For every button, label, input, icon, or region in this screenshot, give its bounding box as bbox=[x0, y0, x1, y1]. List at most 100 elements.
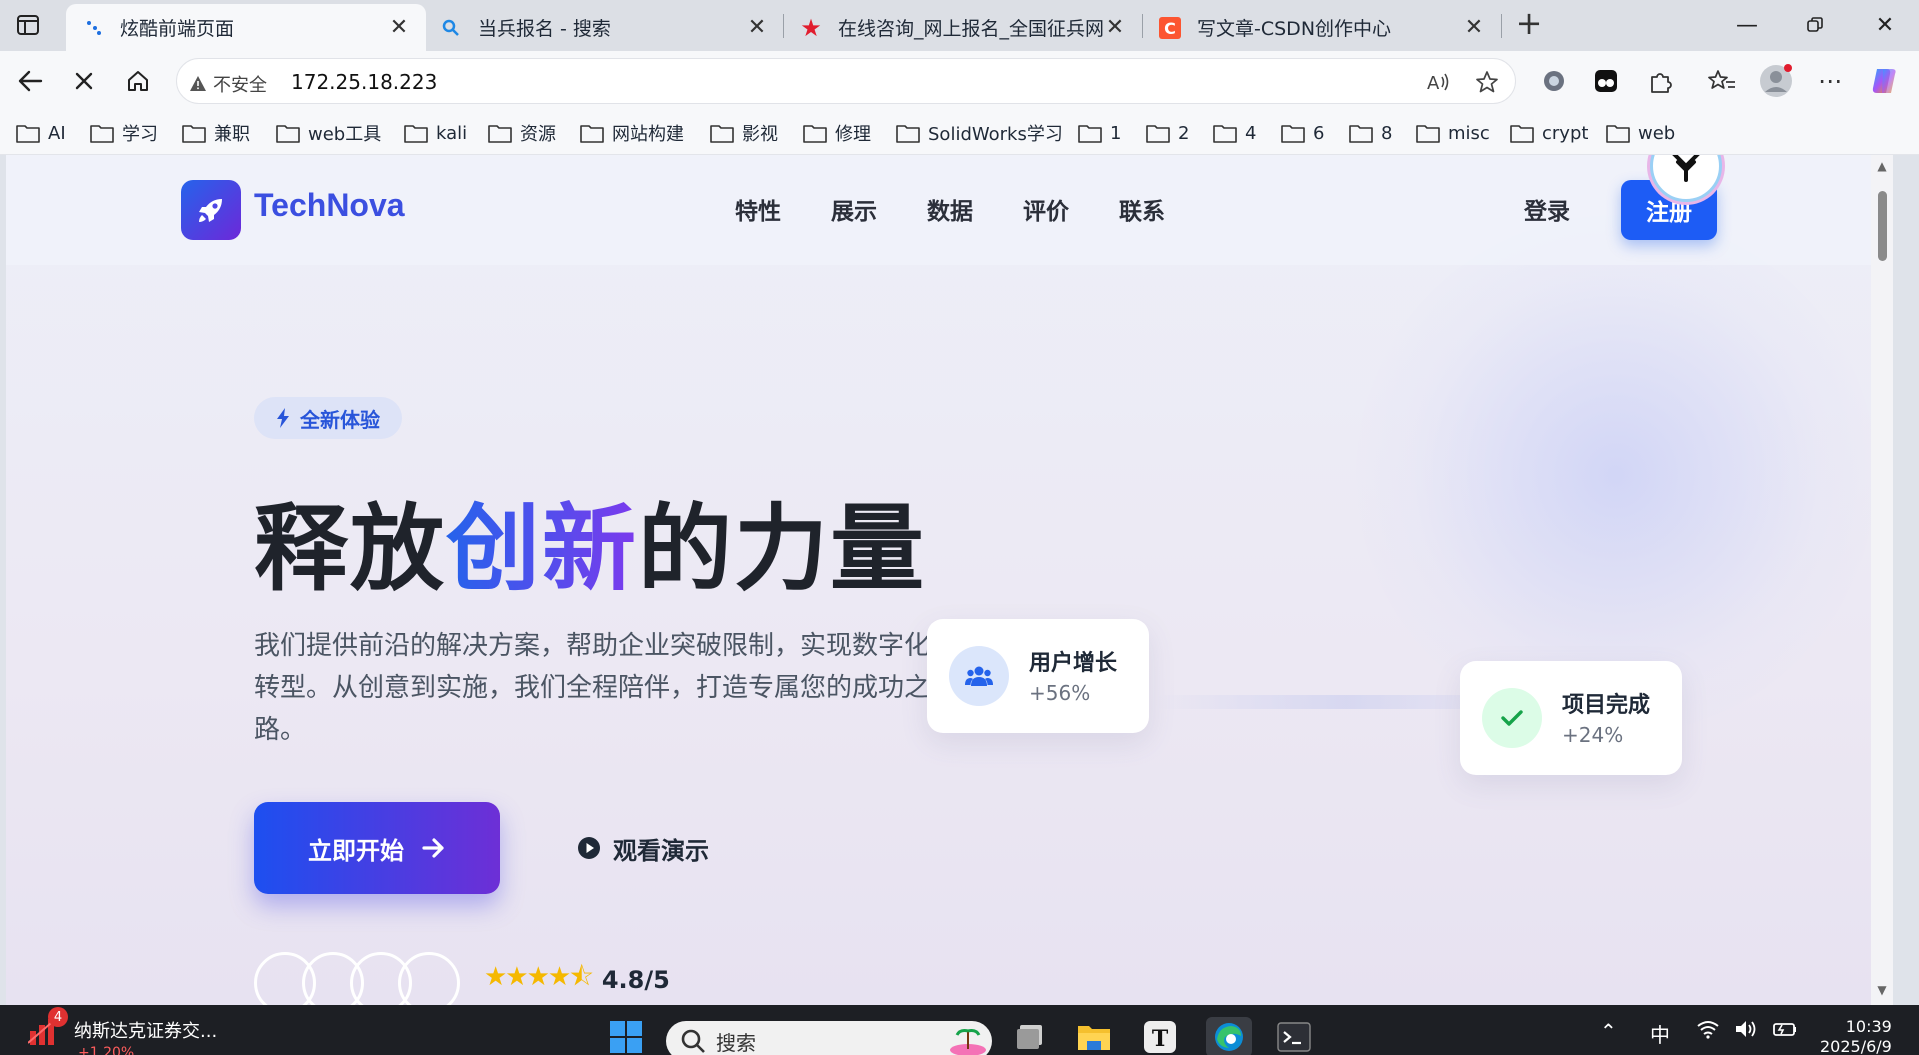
bookmark-folder[interactable]: 8 bbox=[1349, 119, 1392, 147]
watch-demo-button[interactable]: 观看演示 bbox=[528, 802, 758, 894]
clock[interactable]: 10:39 2025/6/9 bbox=[1820, 1017, 1892, 1055]
favorite-star-icon[interactable] bbox=[1473, 68, 1501, 96]
bookmark-folder[interactable]: 学习 bbox=[90, 119, 158, 147]
nav-features[interactable]: 特性 bbox=[735, 192, 781, 226]
battery-icon[interactable] bbox=[1772, 1019, 1798, 1044]
minimize-icon[interactable]: — bbox=[1729, 8, 1765, 42]
bookmark-folder[interactable]: web工具 bbox=[276, 119, 381, 147]
bookmark-folder[interactable]: web bbox=[1606, 119, 1675, 147]
taskbar-search[interactable]: 搜索 bbox=[666, 1021, 992, 1055]
page-viewport: TechNova 特性 展示 数据 评价 联系 登录 注册 全新体验 释放创新的… bbox=[6, 155, 1893, 1005]
dots-favicon-icon bbox=[82, 17, 104, 39]
pill-label: 全新体验 bbox=[300, 407, 380, 432]
edge-browser-icon[interactable] bbox=[1206, 1017, 1252, 1055]
page-scrollbar[interactable]: ▲ ▼ bbox=[1871, 155, 1893, 1005]
file-explorer-icon[interactable] bbox=[1074, 1017, 1114, 1055]
bookmark-folder[interactable]: 资源 bbox=[488, 119, 556, 147]
scroll-up-icon[interactable]: ▲ bbox=[1874, 159, 1890, 175]
favorites-icon[interactable] bbox=[1704, 63, 1740, 99]
browser-toolbar: 不安全 172.25.18.223 A ⋯ bbox=[0, 51, 1919, 111]
tab-recruit[interactable]: ★ 在线咨询_网上报名_全国征兵网 ✕ bbox=[784, 4, 1142, 51]
task-view-icon[interactable] bbox=[1010, 1017, 1050, 1055]
bookmark-folder[interactable]: 兼职 bbox=[182, 119, 250, 147]
rocket-logo-icon[interactable] bbox=[181, 180, 241, 240]
copilot-icon[interactable] bbox=[1866, 63, 1902, 99]
url-text[interactable]: 172.25.18.223 bbox=[291, 70, 437, 94]
folder-icon bbox=[710, 125, 734, 143]
address-bar[interactable]: 不安全 172.25.18.223 A bbox=[176, 58, 1516, 104]
users-icon bbox=[949, 646, 1009, 706]
bookmark-folder[interactable]: 影视 bbox=[710, 119, 778, 147]
close-window-icon[interactable]: ✕ bbox=[1867, 8, 1903, 42]
bookmark-folder[interactable]: crypt bbox=[1510, 119, 1588, 147]
clock-date: 2025/6/9 bbox=[1820, 1037, 1892, 1055]
tab-close-icon[interactable]: ✕ bbox=[388, 15, 410, 40]
tab-close-icon[interactable]: ✕ bbox=[746, 15, 768, 40]
tab-title: 写文章-CSDN创作中心 bbox=[1197, 18, 1392, 40]
bookmark-folder[interactable]: 4 bbox=[1213, 119, 1256, 147]
tab-strip: 炫酷前端页面 ✕ 当兵报名 - 搜索 ✕ ★ 在线咨询_网上报名_全国征兵网 ✕… bbox=[0, 0, 1919, 51]
restore-icon[interactable] bbox=[1797, 8, 1833, 42]
windows-start-icon[interactable] bbox=[606, 1017, 646, 1055]
nav-data[interactable]: 数据 bbox=[927, 192, 973, 226]
nav-reviews[interactable]: 评价 bbox=[1023, 192, 1069, 226]
folder-icon bbox=[16, 125, 40, 143]
extension-tampermonkey-icon[interactable] bbox=[1588, 63, 1624, 99]
back-icon[interactable] bbox=[10, 61, 50, 101]
volume-icon[interactable] bbox=[1734, 1019, 1758, 1044]
tab-csdn[interactable]: C 写文章-CSDN创作中心 ✕ bbox=[1143, 4, 1501, 51]
taskbar-search-placeholder: 搜索 bbox=[716, 1030, 756, 1055]
bookmark-folder[interactable]: 网站构建 bbox=[580, 119, 684, 147]
stat-card-projects: 项目完成 +24% bbox=[1460, 661, 1682, 775]
folder-icon bbox=[1146, 125, 1170, 143]
news-badge: 4 bbox=[48, 1007, 68, 1027]
warning-icon bbox=[190, 76, 206, 91]
folder-icon bbox=[1281, 125, 1305, 143]
get-started-button[interactable]: 立即开始 bbox=[254, 802, 500, 894]
extension-badge-icon[interactable] bbox=[1536, 63, 1572, 99]
bookmark-folder[interactable]: 2 bbox=[1146, 119, 1189, 147]
security-indicator[interactable]: 不安全 bbox=[189, 71, 267, 97]
folder-icon bbox=[404, 125, 428, 143]
stat-card-user-growth: 用户增长 +56% bbox=[927, 619, 1149, 733]
typora-icon[interactable]: T bbox=[1140, 1017, 1180, 1055]
nav-contact[interactable]: 联系 bbox=[1119, 192, 1165, 226]
new-tab-plus-icon[interactable]: + bbox=[1512, 7, 1546, 42]
profile-avatar-icon[interactable] bbox=[1758, 63, 1794, 99]
more-options-icon[interactable]: ⋯ bbox=[1812, 63, 1848, 99]
read-aloud-icon[interactable]: A bbox=[1425, 68, 1453, 96]
folder-icon bbox=[1606, 125, 1630, 143]
home-icon[interactable] bbox=[118, 61, 158, 101]
scrollbar-thumb[interactable] bbox=[1878, 191, 1887, 261]
bookmark-folder[interactable]: 修理 bbox=[803, 119, 871, 147]
bookmark-folder[interactable]: 6 bbox=[1281, 119, 1324, 147]
terminal-icon[interactable] bbox=[1274, 1017, 1314, 1055]
folder-icon bbox=[276, 125, 300, 143]
folder-icon bbox=[1078, 125, 1102, 143]
bookmark-folder[interactable]: kali bbox=[404, 119, 467, 147]
background-glow bbox=[1356, 215, 1876, 735]
tab-separator bbox=[1501, 14, 1502, 38]
tab-title: 当兵报名 - 搜索 bbox=[478, 18, 611, 40]
bookmark-folder[interactable]: misc bbox=[1416, 119, 1490, 147]
folder-icon bbox=[90, 125, 114, 143]
bookmark-folder[interactable]: 1 bbox=[1078, 119, 1121, 147]
brand-name[interactable]: TechNova bbox=[254, 187, 405, 224]
tab-close-icon[interactable]: ✕ bbox=[1463, 15, 1485, 40]
bookmark-folder[interactable]: SolidWorks学习 bbox=[896, 119, 1063, 147]
extensions-puzzle-icon[interactable] bbox=[1642, 63, 1678, 99]
stop-loading-icon[interactable] bbox=[64, 61, 104, 101]
login-link[interactable]: 登录 bbox=[1524, 192, 1570, 226]
tab-active[interactable]: 炫酷前端页面 ✕ bbox=[66, 4, 426, 51]
tab-search[interactable]: 当兵报名 - 搜索 ✕ bbox=[424, 4, 784, 51]
nav-showcase[interactable]: 展示 bbox=[831, 192, 877, 226]
input-method-indicator[interactable]: 中 bbox=[1650, 1019, 1670, 1048]
bookmarks-bar: AI 学习 兼职 web工具 kali 资源 网站构建 影视 修理 SolidW… bbox=[0, 111, 1919, 155]
tab-close-icon[interactable]: ✕ bbox=[1104, 15, 1126, 40]
search-icon bbox=[681, 1029, 705, 1053]
tab-actions-icon[interactable] bbox=[14, 12, 42, 38]
wifi-icon[interactable] bbox=[1696, 1019, 1720, 1044]
bookmark-folder[interactable]: AI bbox=[16, 119, 66, 147]
tray-chevron-up-icon[interactable]: ⌃ bbox=[1600, 1019, 1617, 1043]
scroll-down-icon[interactable]: ▼ bbox=[1874, 983, 1890, 999]
